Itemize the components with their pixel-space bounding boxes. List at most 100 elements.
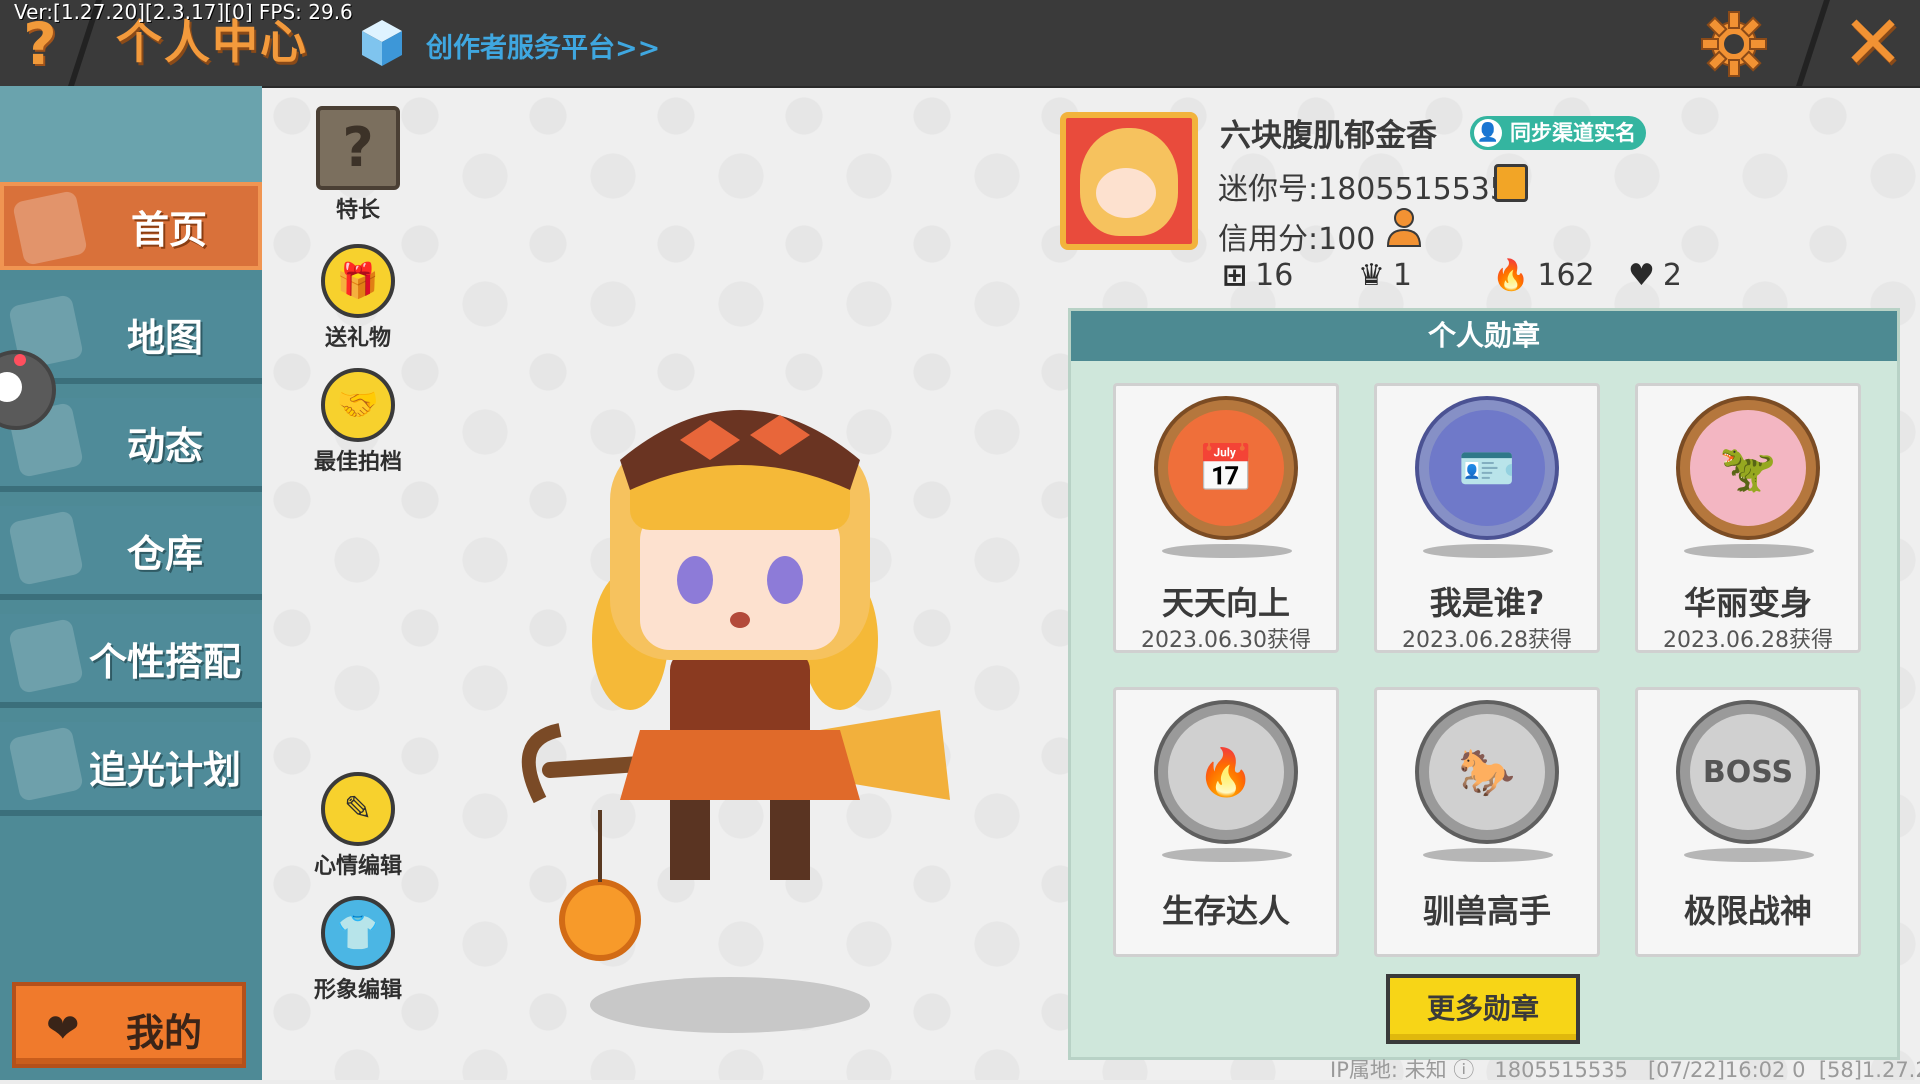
medal-shadow — [1162, 848, 1292, 862]
sidebar-item-label: 个性搭配 — [88, 639, 241, 684]
gear-icon[interactable] — [1700, 10, 1768, 78]
badge-date: 2023.06.28获得 — [1402, 628, 1572, 653]
sidebar: 首页 地图 动态 仓库 个性搭配 追光计划 — [0, 86, 262, 1080]
plus-box-icon: ⊞ — [1222, 258, 1248, 293]
notification-dot — [14, 354, 26, 366]
cube-icon — [362, 20, 402, 66]
user-icon: 👤 — [1474, 119, 1502, 147]
stat-likes[interactable]: ♛ 1 — [1358, 258, 1412, 293]
gift-button[interactable]: 🎁 送礼物 — [298, 244, 418, 352]
badge-panel: 个人勋章 📅 天天向上 2023.06.30获得 🪪 我是谁? 2023.06.… — [1068, 308, 1900, 1060]
medal-shadow — [1684, 544, 1814, 558]
profile-avatar[interactable] — [1060, 112, 1198, 250]
sidebar-item-label: 地图 — [126, 315, 203, 360]
avatar-face — [1096, 168, 1156, 218]
question-box-icon: ? — [316, 106, 400, 190]
footer-id: 1805515535 — [1494, 1058, 1628, 1082]
credit-score: 信用分:100 — [1218, 222, 1376, 257]
badge-name: 华丽变身 — [1683, 584, 1812, 622]
footer-time: [07/22]16:02 0 — [1647, 1058, 1806, 1082]
specialty-label: 特长 — [335, 198, 380, 223]
calendar-badge-icon: 📅 — [1158, 400, 1294, 536]
medal-shadow — [1423, 848, 1553, 862]
badge-panel-title: 个人勋章 — [1071, 311, 1897, 361]
heart-icon: ❤ — [46, 1006, 80, 1052]
gift-icon: 🎁 — [321, 244, 395, 318]
best-partner-button[interactable]: 🤝 最佳拍档 — [298, 368, 418, 476]
specialty-button[interactable]: ? 特长 — [298, 106, 418, 224]
realname-badge[interactable]: 👤 同步渠道实名 — [1470, 116, 1646, 150]
plan-icon — [8, 726, 84, 802]
dino-badge-icon: 🦖 — [1680, 400, 1816, 536]
stat-followers[interactable]: ⊞ 16 — [1222, 258, 1293, 293]
medal-shadow — [1423, 544, 1553, 558]
stat-value: 16 — [1255, 258, 1294, 293]
credit-user-icon[interactable] — [1384, 206, 1424, 248]
sidebar-item-outfit[interactable]: 个性搭配 — [0, 614, 262, 708]
fire-badge-icon: 🔥 — [1158, 704, 1294, 840]
handshake-icon: 🤝 — [321, 368, 395, 442]
stat-value: 2 — [1662, 258, 1682, 293]
badge-card[interactable]: 🔥 生存达人 — [1113, 687, 1339, 957]
sidebar-item-label: 首页 — [130, 207, 207, 252]
medal-shadow — [1684, 848, 1814, 862]
badge-card[interactable]: 🦖 华丽变身 2023.06.28获得 — [1635, 383, 1861, 653]
badge-card[interactable]: 📅 天天向上 2023.06.30获得 — [1113, 383, 1339, 653]
medal-shadow — [1162, 544, 1292, 558]
id-card-badge-icon: 🪪 — [1419, 400, 1555, 536]
sidebar-item-warehouse[interactable]: 仓库 — [0, 506, 262, 600]
copy-icon[interactable] — [1494, 164, 1528, 202]
sidebar-item-label: 动态 — [126, 423, 203, 468]
boss-badge-icon: BOSS — [1680, 704, 1816, 840]
badge-date: 2023.06.28获得 — [1663, 628, 1833, 653]
stat-value: 162 — [1537, 258, 1595, 293]
stat-hearts[interactable]: ♥ 2 — [1628, 258, 1682, 293]
sidebar-item-label: 仓库 — [126, 531, 203, 576]
badge-card[interactable]: 🐎 驯兽高手 — [1374, 687, 1600, 957]
badge-card[interactable]: BOSS 极限战神 — [1635, 687, 1861, 957]
mood-edit-button[interactable]: ✎ 心情编辑 — [298, 772, 418, 880]
divider — [1796, 0, 1830, 86]
badge-name: 我是谁? — [1429, 584, 1545, 622]
warehouse-icon — [8, 510, 84, 586]
avatar-edit-button[interactable]: 👕 形象编辑 — [298, 896, 418, 1004]
badge-name: 驯兽高手 — [1422, 892, 1551, 930]
footer-build: [58]1.27.20 — [1818, 1058, 1920, 1082]
badge-date: 2023.06.30获得 — [1141, 628, 1311, 653]
mine-button[interactable]: ❤ 我的 — [12, 982, 246, 1068]
mood-edit-label: 心情编辑 — [313, 854, 402, 879]
best-partner-label: 最佳拍档 — [313, 450, 402, 475]
hearts-icon: ♥ — [1628, 258, 1655, 293]
close-icon: ✕ — [1841, 0, 1904, 86]
ip-location: IP属地: 未知 — [1330, 1058, 1447, 1082]
creator-platform-link[interactable]: 创作者服务平台>> — [426, 26, 660, 65]
ball-center — [0, 372, 22, 402]
version-info: Ver:[1.27.20][2.3.17][0] FPS: 29.6 — [14, 0, 353, 24]
mine-label: 我的 — [126, 1011, 203, 1055]
nickname: 六块腹肌郁金香 — [1220, 118, 1437, 154]
avatar-edit-label: 形象编辑 — [313, 978, 402, 1003]
gift-label: 送礼物 — [324, 326, 391, 351]
sidebar-item-plan[interactable]: 追光计划 — [0, 722, 262, 816]
sidebar-item-home[interactable]: 首页 — [0, 182, 262, 270]
more-badges-button[interactable]: 更多勋章 — [1386, 974, 1580, 1044]
badge-name: 生存达人 — [1161, 892, 1290, 930]
trophy-icon: ♛ — [1358, 258, 1385, 293]
sidebar-header — [0, 86, 262, 182]
realname-label: 同步渠道实名 — [1510, 121, 1636, 145]
mini-id: 迷你号:1805515535 — [1218, 172, 1509, 207]
stat-value: 1 — [1392, 258, 1412, 293]
close-button[interactable]: ✕ — [1838, 6, 1908, 80]
badge-name: 极限战神 — [1683, 892, 1812, 930]
stat-popularity[interactable]: 🔥 162 — [1492, 258, 1595, 293]
info-icon[interactable]: ⓘ — [1453, 1058, 1481, 1082]
outfit-icon — [8, 618, 84, 694]
character-model[interactable] — [520, 380, 980, 1040]
beast-badge-icon: 🐎 — [1419, 704, 1555, 840]
badge-card[interactable]: 🪪 我是谁? 2023.06.28获得 — [1374, 383, 1600, 653]
sidebar-item-label: 追光计划 — [88, 747, 241, 792]
fire-icon: 🔥 — [1492, 258, 1530, 293]
badge-name: 天天向上 — [1161, 584, 1290, 622]
home-icon — [12, 190, 88, 266]
edit-icon: ✎ — [321, 772, 395, 846]
